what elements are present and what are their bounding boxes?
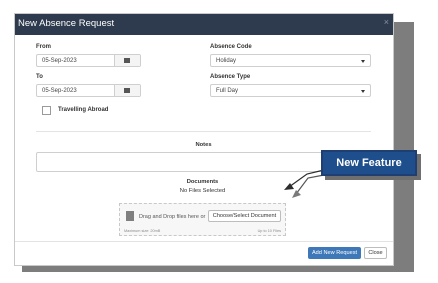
callout-arrow-primary — [288, 169, 325, 188]
callout-arrow-secondary — [295, 174, 325, 195]
callout-arrows — [284, 169, 325, 198]
new-feature-callout: New Feature — [321, 150, 417, 176]
arrow-head-icon — [292, 190, 301, 198]
